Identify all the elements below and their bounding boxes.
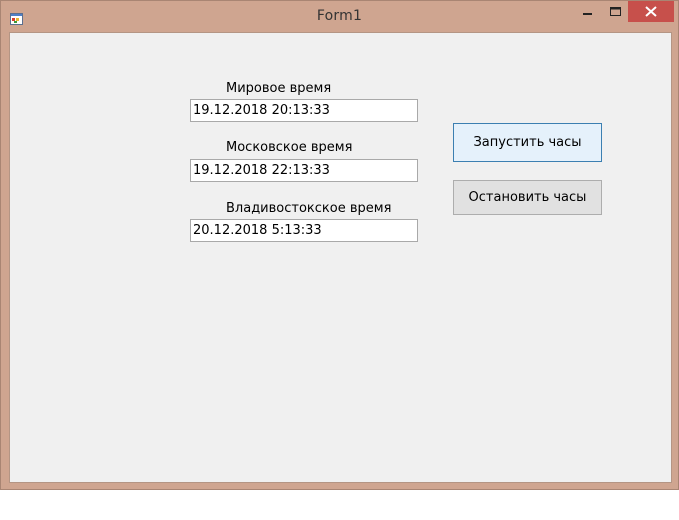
close-icon [645,6,657,17]
start-clock-button[interactable]: Запустить часы [453,123,602,162]
stop-clock-button[interactable]: Остановить часы [453,180,602,215]
minimize-icon [583,12,592,15]
application-window: Form1 Мировое время 19.12.2018 20:13:33 … [0,0,679,490]
world-time-field[interactable]: 19.12.2018 20:13:33 [190,99,418,122]
moscow-time-field[interactable]: 19.12.2018 22:13:33 [190,159,418,182]
minimize-button[interactable] [574,1,602,22]
vladivostok-time-field[interactable]: 20.12.2018 5:13:33 [190,219,418,242]
form-client-area: Мировое время 19.12.2018 20:13:33 Москов… [9,32,672,483]
maximize-icon [610,6,621,16]
maximize-button[interactable] [602,1,629,22]
title-bar[interactable]: Form1 [1,1,678,32]
world-time-label: Мировое время [226,81,332,96]
close-button[interactable] [628,1,674,22]
vladivostok-time-label: Владивостокское время [226,201,392,216]
moscow-time-label: Московское время [226,140,353,155]
